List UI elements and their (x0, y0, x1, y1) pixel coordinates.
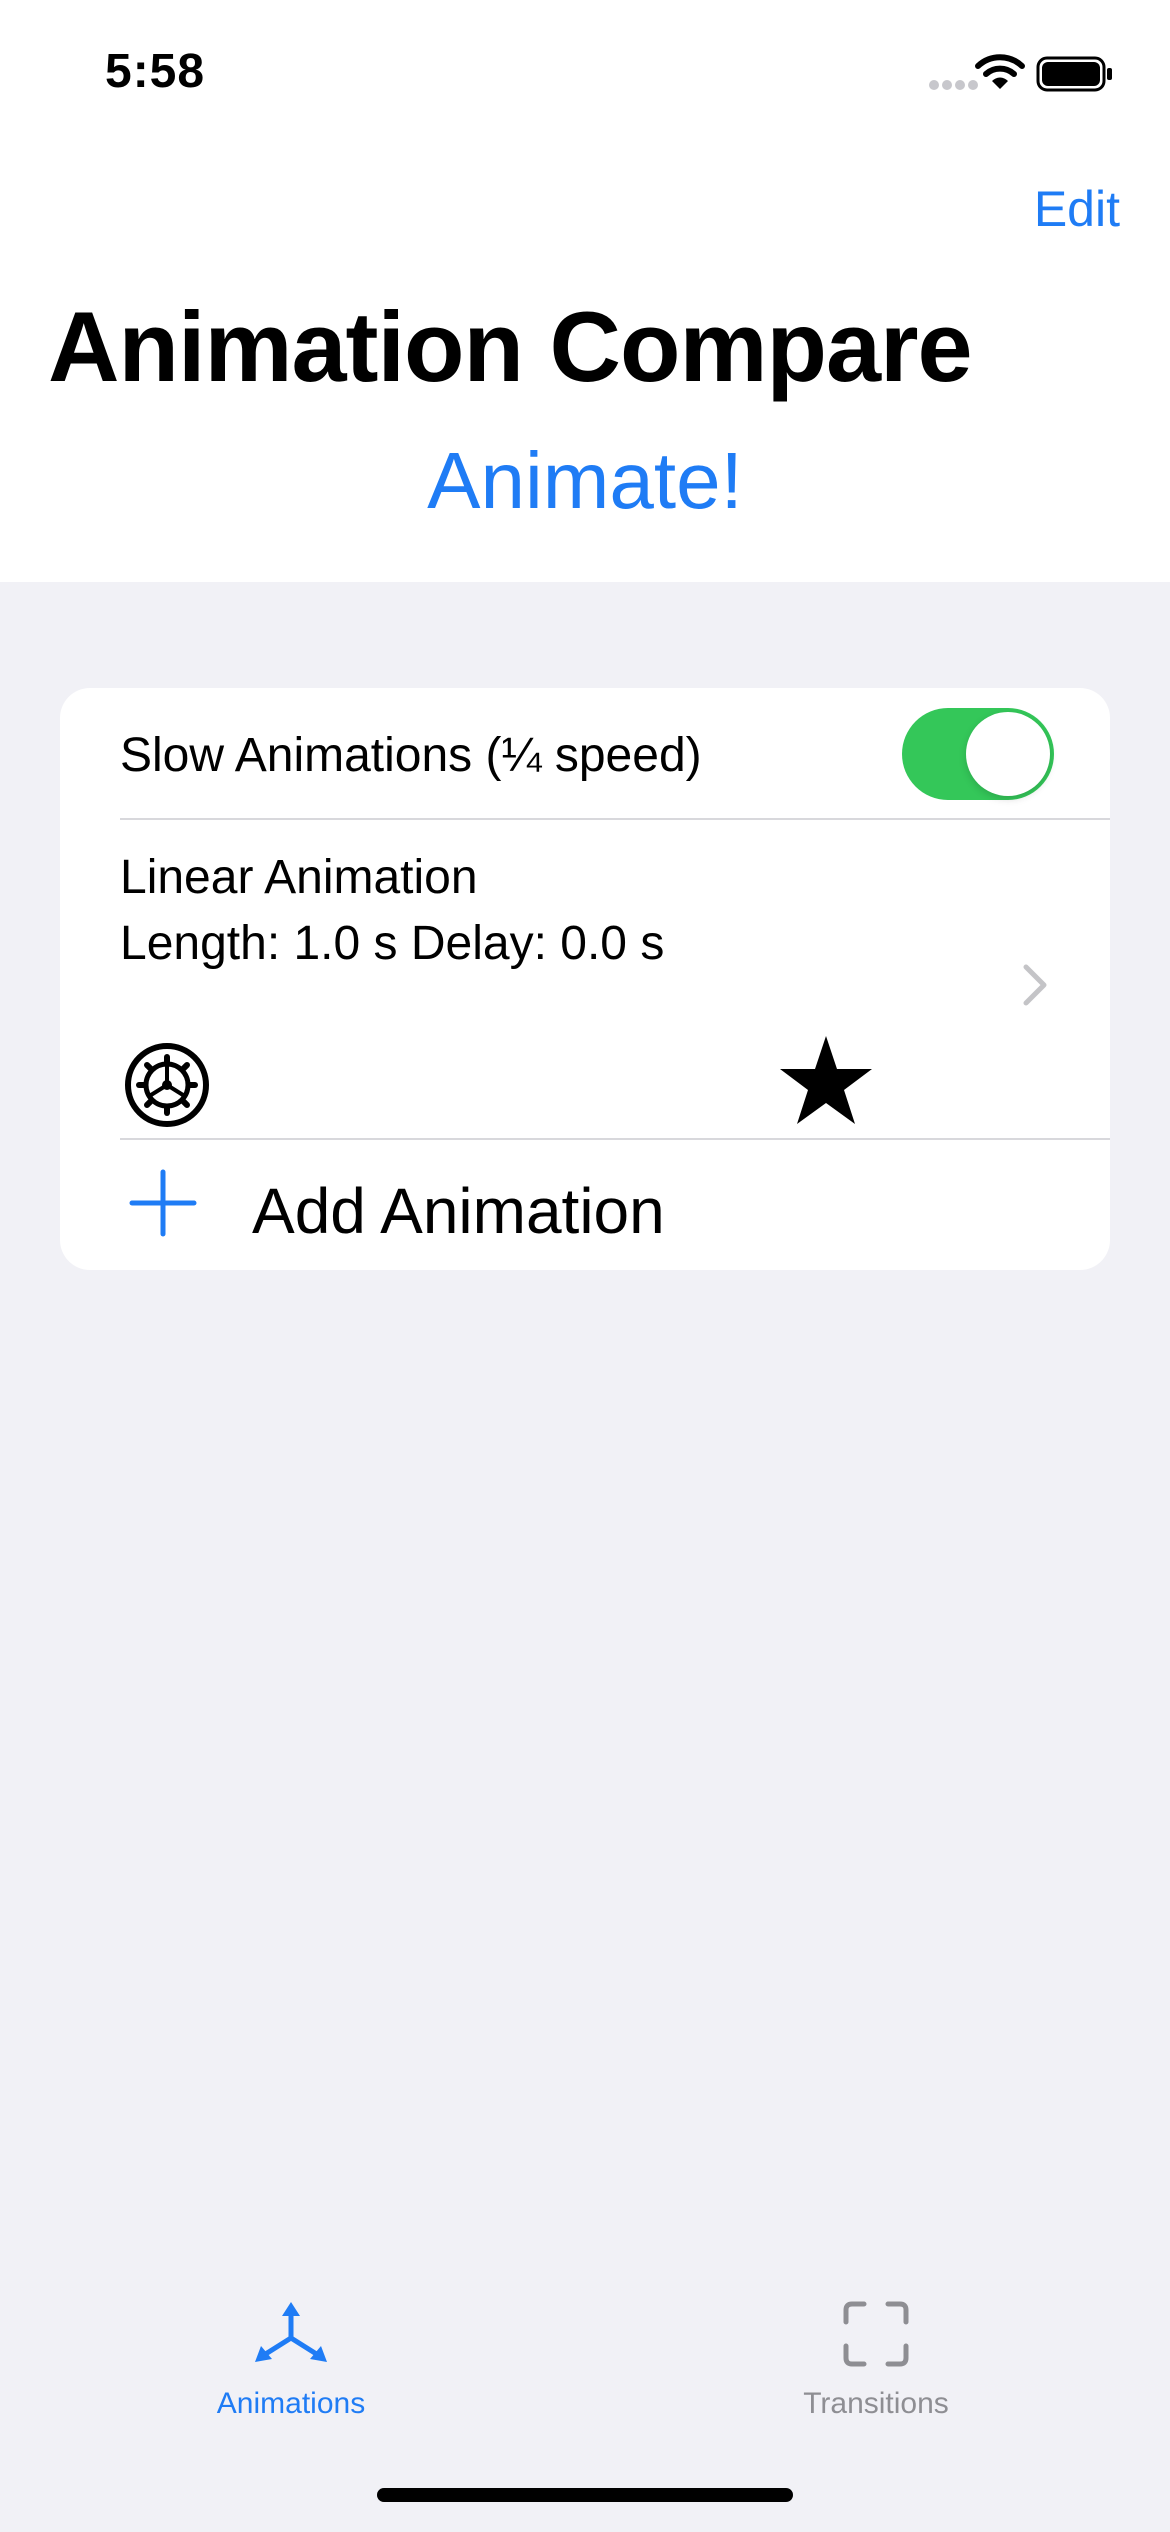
page-title: Animation Compare (48, 291, 973, 402)
add-animation-row[interactable]: Add Animation (60, 1140, 1110, 1270)
edit-button[interactable]: Edit (1034, 180, 1120, 238)
animate-button[interactable]: Animate! (0, 435, 1170, 527)
cellular-signal-icon (929, 80, 978, 90)
animations-icon (255, 2302, 327, 2362)
gear-icon (125, 1043, 209, 1127)
navigation-header: 5:58 Edit Animation Compare Animate! (0, 0, 1170, 582)
star-icon (780, 1036, 872, 1124)
tab-transitions-label: Transitions (803, 2387, 949, 2420)
animation-row-linear[interactable]: Linear Animation Length: 1.0 s Delay: 0.… (60, 820, 1110, 1138)
transitions-icon (843, 2301, 909, 2367)
slow-animations-label: Slow Animations (¼ speed) (120, 729, 702, 782)
add-animation-label: Add Animation (252, 1175, 665, 1247)
home-indicator (377, 2488, 793, 2502)
animation-name: Linear Animation (120, 851, 478, 904)
tab-animations[interactable]: Animations (141, 2300, 441, 2421)
tab-transitions[interactable]: Transitions (726, 2300, 1026, 2421)
animation-detail: Length: 1.0 s Delay: 0.0 s (120, 917, 665, 970)
status-time: 5:58 (105, 45, 206, 98)
battery-icon (1036, 56, 1112, 92)
plus-icon (129, 1169, 197, 1237)
animations-list-card: Slow Animations (¼ speed) Linear Animati… (60, 688, 1110, 1270)
wifi-icon (975, 54, 1025, 89)
tab-animations-label: Animations (216, 2387, 366, 2420)
slow-animations-row: Slow Animations (¼ speed) (60, 688, 1110, 818)
toggle-knob (966, 712, 1050, 796)
slow-animations-toggle[interactable] (902, 708, 1054, 800)
chevron-right-icon (1023, 964, 1047, 1006)
